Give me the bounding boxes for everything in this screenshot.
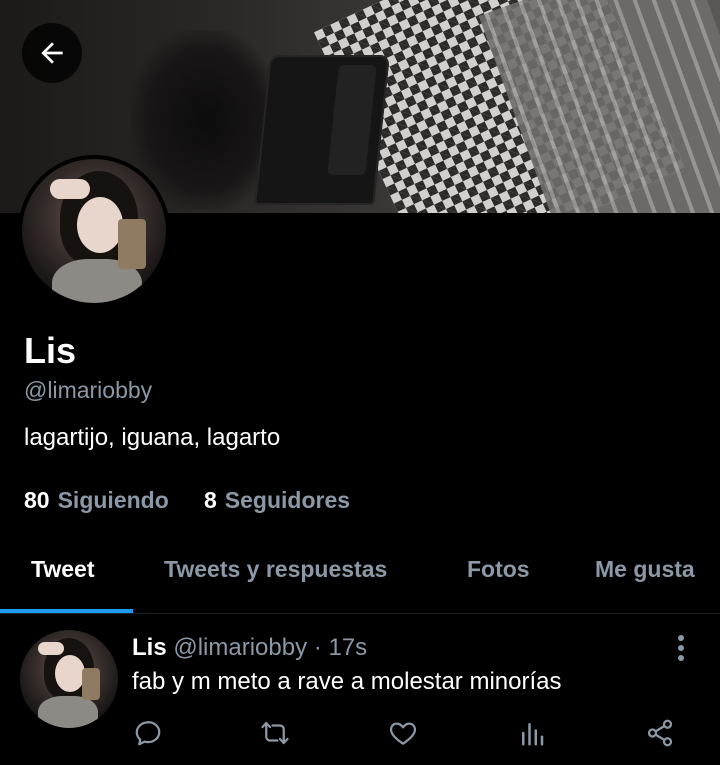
analytics-icon bbox=[522, 723, 544, 746]
profile-tabs: Tweet Tweets y respuestas Fotos Me gusta bbox=[0, 540, 720, 616]
back-button[interactable] bbox=[22, 23, 82, 83]
tweet-author-handle[interactable]: @limariobby bbox=[173, 634, 307, 661]
tweet-header: Lis @limariobby · 17s bbox=[132, 634, 367, 662]
reply-button[interactable] bbox=[133, 718, 163, 748]
tweet-more-button[interactable] bbox=[670, 632, 692, 664]
followers-label: Seguidores bbox=[224, 487, 351, 513]
following-count: 80 bbox=[24, 487, 50, 513]
more-vertical-icon bbox=[678, 635, 684, 661]
analytics-button[interactable] bbox=[517, 718, 547, 748]
like-button[interactable] bbox=[388, 718, 418, 748]
profile-bio: lagartijo, iguana, lagarto bbox=[24, 424, 281, 451]
tweet-time[interactable]: 17s bbox=[328, 634, 367, 661]
profile-handle: @limariobby bbox=[24, 377, 153, 403]
following-label: Siguiendo bbox=[57, 487, 169, 513]
share-button[interactable] bbox=[645, 718, 675, 748]
profile-name: Lis bbox=[24, 330, 77, 371]
retweet-button[interactable] bbox=[260, 718, 290, 748]
reply-icon bbox=[135, 721, 161, 746]
banner-object bbox=[254, 55, 390, 205]
tab-likes[interactable]: Me gusta bbox=[595, 556, 695, 583]
tweet-author-name[interactable]: Lis bbox=[132, 634, 167, 661]
tab-tweets-and-replies[interactable]: Tweets y respuestas bbox=[164, 556, 387, 583]
tab-photos[interactable]: Fotos bbox=[467, 556, 530, 583]
followers-count: 8 bbox=[204, 487, 217, 513]
following-link[interactable]: 80 Siguiendo bbox=[24, 487, 169, 514]
tweet-separator: · bbox=[313, 634, 322, 661]
tweet-avatar[interactable] bbox=[20, 630, 118, 728]
share-icon bbox=[647, 719, 673, 747]
tweet-text: fab y m meto a rave a molestar minorías bbox=[132, 668, 562, 695]
retweet-icon bbox=[261, 721, 289, 745]
arrow-left-icon bbox=[41, 42, 63, 64]
tabs-divider bbox=[0, 613, 720, 614]
followers-link[interactable]: 8 Seguidores bbox=[204, 487, 350, 514]
heart-icon bbox=[389, 722, 417, 745]
tab-tweet[interactable]: Tweet bbox=[31, 556, 94, 583]
profile-avatar[interactable] bbox=[18, 155, 170, 307]
